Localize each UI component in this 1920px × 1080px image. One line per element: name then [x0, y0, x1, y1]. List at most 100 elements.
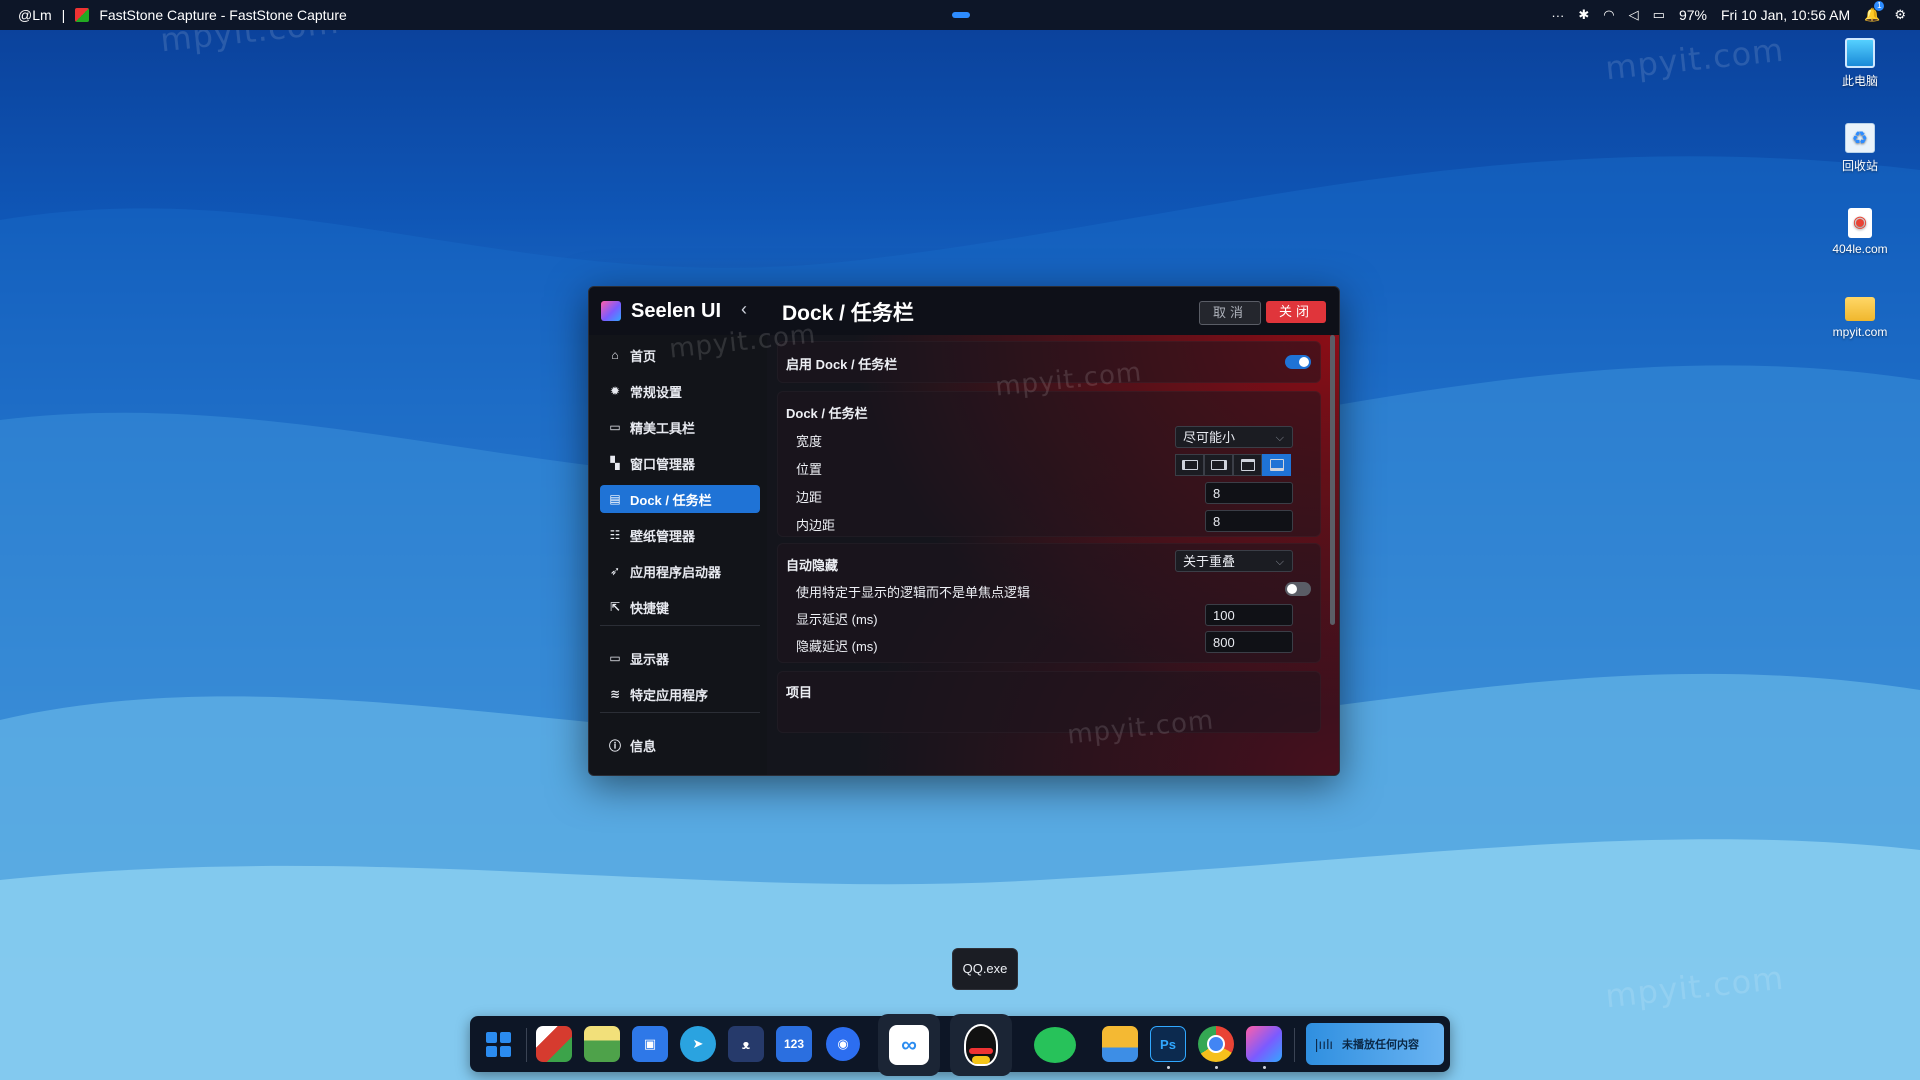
- display-logic-label: 使用特定于显示的逻辑而不是单焦点逻辑: [796, 585, 1031, 600]
- computer-icon: [1845, 38, 1875, 68]
- sidebar-item-label: 信息: [630, 738, 657, 754]
- position-top-button[interactable]: [1233, 454, 1262, 476]
- sidebar-item-label: 显示器: [630, 651, 670, 667]
- sidebar-item-dock[interactable]: ▤ Dock / 任务栏: [600, 485, 760, 513]
- chrome-icon[interactable]: [1198, 1026, 1234, 1062]
- more-icon[interactable]: ···: [1551, 8, 1564, 23]
- monitor-icon: ▭: [609, 651, 621, 665]
- running-indicator: [1167, 1066, 1170, 1069]
- seelen-ui-icon[interactable]: [1246, 1026, 1282, 1062]
- sidebar-item-label: 首页: [630, 348, 657, 364]
- autohide-section-card: 自动隐藏 关于重叠 ⌵ 使用特定于显示的逻辑而不是单焦点逻辑 显示延迟 (ms)…: [777, 543, 1321, 663]
- sidebar-item-shortcuts[interactable]: ⇱ 快捷键: [600, 593, 760, 621]
- cat-app-icon[interactable]: ᴥ: [728, 1026, 764, 1062]
- desktop-icon-404le[interactable]: ◉ 404le.com: [1820, 208, 1900, 256]
- sidebar-item-info[interactable]: ⓘ 信息: [600, 731, 760, 759]
- wifi-icon[interactable]: ◠: [1603, 7, 1614, 23]
- recycle-bin-icon: ♻: [1845, 123, 1875, 153]
- show-delay-input[interactable]: 100: [1205, 604, 1293, 626]
- folder-icon: [1845, 297, 1875, 321]
- scrollbar[interactable]: [1330, 335, 1335, 625]
- file-explorer-icon[interactable]: [1102, 1026, 1138, 1062]
- margin-input[interactable]: 8: [1205, 482, 1293, 504]
- screenshot-tool-icon[interactable]: ▣: [632, 1026, 668, 1062]
- hide-delay-input[interactable]: 800: [1205, 631, 1293, 653]
- desktop-icon-label: 此电脑: [1841, 74, 1878, 88]
- notification-bell-icon[interactable]: 🔔 1: [1864, 1, 1885, 23]
- top-bar: @Lm | FastStone Capture - FastStone Capt…: [0, 0, 1920, 30]
- display-logic-toggle[interactable]: [1285, 582, 1311, 596]
- sidebar-item-toolbar[interactable]: ▭ 精美工具栏: [600, 413, 760, 441]
- sidebar-item-window-manager[interactable]: ▚ 窗口管理器: [600, 449, 760, 477]
- telegram-icon[interactable]: ➤: [680, 1026, 716, 1062]
- battery-icon[interactable]: ▭: [1653, 7, 1665, 23]
- 123-cloud-icon[interactable]: 123: [776, 1026, 812, 1062]
- sidebar-item-label: 常规设置: [630, 384, 683, 400]
- workspace-indicator[interactable]: [952, 12, 970, 18]
- window-manager-icon: ▚: [610, 456, 620, 470]
- position-right-button[interactable]: [1204, 454, 1233, 476]
- chevron-down-icon: ⌵: [1275, 556, 1284, 568]
- sidebar-divider: [600, 712, 760, 713]
- dock: ▣ ➤ ᴥ 123 ◉ ∞ Ps |ıılı 未播放任何内容: [470, 1014, 1450, 1076]
- chat-bubble-icon[interactable]: ◉: [826, 1027, 860, 1061]
- start-menu-icon[interactable]: [480, 1026, 516, 1062]
- qq-icon[interactable]: [950, 1014, 1012, 1076]
- sidebar-item-label: 快捷键: [630, 600, 670, 616]
- wechat-icon[interactable]: [1024, 1014, 1086, 1076]
- sidebar-item-launcher[interactable]: ➶ 应用程序启动器: [600, 557, 760, 585]
- enable-dock-toggle[interactable]: [1285, 355, 1311, 369]
- cancel-button[interactable]: 取消: [1199, 301, 1261, 325]
- sidebar-divider: [600, 625, 760, 626]
- active-window-title[interactable]: FastStone Capture - FastStone Capture: [99, 7, 346, 23]
- chevron-left-icon[interactable]: ‹: [741, 299, 747, 320]
- desktop-icon-mpyit[interactable]: mpyit.com: [1820, 293, 1900, 339]
- photoshop-icon[interactable]: Ps: [1150, 1026, 1186, 1062]
- seelen-settings-window: Seelen UI ‹ Dock / 任务栏 取消 关闭 ⌂ 首页 ✹ 常规设置…: [588, 286, 1340, 776]
- position-bottom-button[interactable]: [1262, 454, 1291, 476]
- sidebar-item-general[interactable]: ✹ 常规设置: [600, 377, 760, 405]
- position-left-button[interactable]: [1175, 454, 1204, 476]
- settings-toggle-icon[interactable]: ⚙: [1894, 7, 1906, 23]
- dock-separator: [1294, 1028, 1295, 1062]
- user-label[interactable]: @Lm: [18, 7, 52, 23]
- sidebar-item-wallpaper[interactable]: ☷ 壁纸管理器: [600, 521, 760, 549]
- date-time[interactable]: Fri 10 Jan, 10:56 AM: [1721, 7, 1850, 23]
- desktop-icon-label: 回收站: [1841, 159, 1878, 173]
- autohide-mode-select[interactable]: 关于重叠 ⌵: [1175, 550, 1293, 572]
- dock-separator: [526, 1028, 527, 1062]
- sidebar-item-label: Dock / 任务栏: [630, 492, 712, 508]
- sidebar-item-monitors[interactable]: ▭ 显示器: [600, 644, 760, 672]
- show-delay-label: 显示延迟 (ms): [796, 612, 878, 627]
- image-viewer-icon[interactable]: [584, 1026, 620, 1062]
- width-select[interactable]: 尽可能小 ⌵: [1175, 426, 1293, 448]
- close-button[interactable]: 关闭: [1266, 301, 1326, 323]
- position-button-group: [1175, 454, 1291, 476]
- volume-icon[interactable]: ◁: [1629, 7, 1639, 23]
- separator: |: [61, 7, 66, 23]
- desktop-icon-label: mpyit.com: [1832, 325, 1888, 339]
- faststone-icon[interactable]: [536, 1026, 572, 1062]
- notification-count: 1: [1874, 1, 1885, 11]
- rocket-icon: ➶: [609, 564, 621, 578]
- baidu-netdisk-icon[interactable]: ∞: [878, 1014, 940, 1076]
- position-label: 位置: [796, 462, 823, 477]
- battery-percentage[interactable]: 97%: [1679, 7, 1707, 23]
- sound-wave-icon: |ıılı: [1314, 1036, 1334, 1052]
- faststone-icon: [75, 8, 90, 22]
- file-icon: ◉: [1848, 208, 1872, 238]
- sidebar-item-app-specific[interactable]: ≋ 特定应用程序: [600, 680, 760, 708]
- desktop-icon-recycle-bin[interactable]: ♻ 回收站: [1820, 123, 1900, 174]
- items-section-card: 项目: [777, 671, 1321, 733]
- sidebar-item-label: 应用程序启动器: [630, 564, 722, 580]
- sidebar-item-label: 窗口管理器: [630, 456, 696, 472]
- bluetooth-icon[interactable]: ✱: [1578, 7, 1589, 23]
- media-widget[interactable]: |ıılı 未播放任何内容: [1306, 1023, 1444, 1065]
- padding-input[interactable]: 8: [1205, 510, 1293, 532]
- desktop-icon-this-pc[interactable]: 此电脑: [1820, 38, 1900, 89]
- width-select-value: 尽可能小: [1183, 430, 1236, 445]
- wallpaper-icon: ☷: [609, 528, 621, 542]
- info-icon: ⓘ: [608, 738, 621, 753]
- dock-section-title: Dock / 任务栏: [786, 406, 868, 421]
- items-section-title: 项目: [786, 685, 813, 700]
